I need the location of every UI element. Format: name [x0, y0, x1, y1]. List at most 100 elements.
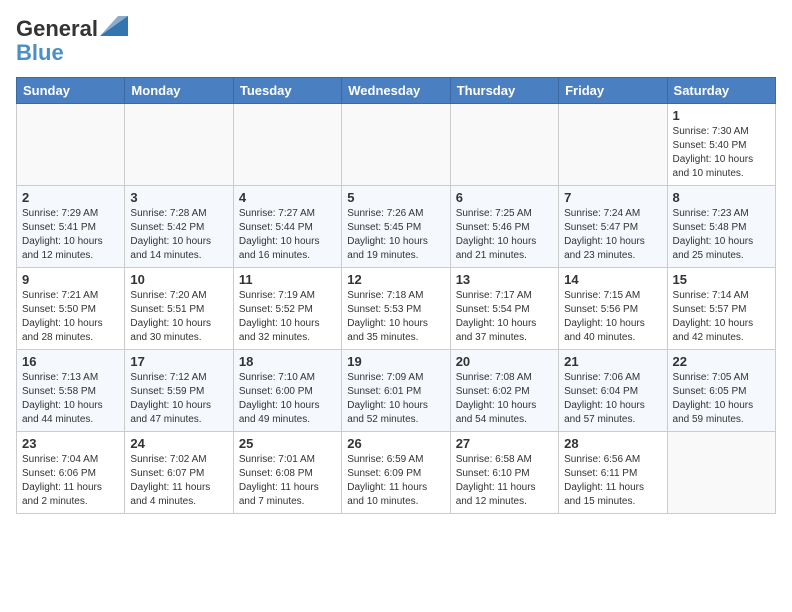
day-number: 1: [673, 108, 770, 123]
col-header-friday: Friday: [559, 78, 667, 104]
calendar-cell: 5 Sunrise: 7:26 AM Sunset: 5:45 PM Daylig…: [342, 186, 450, 268]
calendar-table: SundayMondayTuesdayWednesdayThursdayFrid…: [16, 77, 776, 514]
logo: General Blue: [16, 16, 128, 65]
col-header-wednesday: Wednesday: [342, 78, 450, 104]
day-number: 17: [130, 354, 227, 369]
calendar-cell: 4 Sunrise: 7:27 AM Sunset: 5:44 PM Daylig…: [233, 186, 341, 268]
logo-icon: [100, 16, 128, 36]
day-info: Sunrise: 6:58 AM Sunset: 6:10 PM Dayligh…: [456, 453, 553, 509]
day-number: 13: [456, 272, 553, 287]
day-number: 4: [239, 190, 336, 205]
day-number: 18: [239, 354, 336, 369]
calendar-cell: 21 Sunrise: 7:06 AM Sunset: 6:04 PM Dayli…: [559, 350, 667, 432]
day-info: Sunrise: 7:19 AM Sunset: 5:52 PM Dayligh…: [239, 289, 336, 345]
day-number: 14: [564, 272, 661, 287]
day-number: 28: [564, 436, 661, 451]
col-header-tuesday: Tuesday: [233, 78, 341, 104]
day-info: Sunrise: 7:21 AM Sunset: 5:50 PM Dayligh…: [22, 289, 119, 345]
day-number: 22: [673, 354, 770, 369]
calendar-cell: 14 Sunrise: 7:15 AM Sunset: 5:56 PM Dayli…: [559, 268, 667, 350]
calendar-cell: 20 Sunrise: 7:08 AM Sunset: 6:02 PM Dayli…: [450, 350, 558, 432]
calendar-week-row: 16 Sunrise: 7:13 AM Sunset: 5:58 PM Dayli…: [17, 350, 776, 432]
day-number: 10: [130, 272, 227, 287]
calendar-cell: [667, 432, 775, 514]
logo-text: General: [16, 16, 128, 41]
day-number: 15: [673, 272, 770, 287]
calendar-week-row: 23 Sunrise: 7:04 AM Sunset: 6:06 PM Dayli…: [17, 432, 776, 514]
day-number: 21: [564, 354, 661, 369]
day-number: 11: [239, 272, 336, 287]
calendar-cell: 26 Sunrise: 6:59 AM Sunset: 6:09 PM Dayli…: [342, 432, 450, 514]
calendar-week-row: 2 Sunrise: 7:29 AM Sunset: 5:41 PM Daylig…: [17, 186, 776, 268]
calendar-cell: 17 Sunrise: 7:12 AM Sunset: 5:59 PM Dayli…: [125, 350, 233, 432]
day-number: 7: [564, 190, 661, 205]
calendar-cell: 24 Sunrise: 7:02 AM Sunset: 6:07 PM Dayli…: [125, 432, 233, 514]
day-info: Sunrise: 7:30 AM Sunset: 5:40 PM Dayligh…: [673, 125, 770, 181]
calendar-cell: 23 Sunrise: 7:04 AM Sunset: 6:06 PM Dayli…: [17, 432, 125, 514]
col-header-saturday: Saturday: [667, 78, 775, 104]
day-info: Sunrise: 7:27 AM Sunset: 5:44 PM Dayligh…: [239, 207, 336, 263]
calendar-cell: 22 Sunrise: 7:05 AM Sunset: 6:05 PM Dayli…: [667, 350, 775, 432]
day-number: 8: [673, 190, 770, 205]
day-info: Sunrise: 7:06 AM Sunset: 6:04 PM Dayligh…: [564, 371, 661, 427]
day-info: Sunrise: 7:08 AM Sunset: 6:02 PM Dayligh…: [456, 371, 553, 427]
calendar-cell: [233, 104, 341, 186]
day-number: 25: [239, 436, 336, 451]
day-number: 27: [456, 436, 553, 451]
calendar-header-row: SundayMondayTuesdayWednesdayThursdayFrid…: [17, 78, 776, 104]
calendar-cell: 8Sunrise: 7:23 AM Sunset: 5:48 PM Daylig…: [667, 186, 775, 268]
day-info: Sunrise: 7:28 AM Sunset: 5:42 PM Dayligh…: [130, 207, 227, 263]
calendar-week-row: 1 Sunrise: 7:30 AM Sunset: 5:40 PM Daylig…: [17, 104, 776, 186]
day-number: 2: [22, 190, 119, 205]
day-number: 23: [22, 436, 119, 451]
day-info: Sunrise: 7:14 AM Sunset: 5:57 PM Dayligh…: [673, 289, 770, 345]
day-info: Sunrise: 7:29 AM Sunset: 5:41 PM Dayligh…: [22, 207, 119, 263]
day-info: Sunrise: 7:09 AM Sunset: 6:01 PM Dayligh…: [347, 371, 444, 427]
calendar-cell: [125, 104, 233, 186]
calendar-cell: 11 Sunrise: 7:19 AM Sunset: 5:52 PM Dayli…: [233, 268, 341, 350]
day-info: Sunrise: 6:56 AM Sunset: 6:11 PM Dayligh…: [564, 453, 661, 509]
day-info: Sunrise: 7:01 AM Sunset: 6:08 PM Dayligh…: [239, 453, 336, 509]
calendar-cell: 16 Sunrise: 7:13 AM Sunset: 5:58 PM Dayli…: [17, 350, 125, 432]
day-number: 9: [22, 272, 119, 287]
day-info: Sunrise: 7:25 AM Sunset: 5:46 PM Dayligh…: [456, 207, 553, 263]
day-info: Sunrise: 7:04 AM Sunset: 6:06 PM Dayligh…: [22, 453, 119, 509]
day-number: 3: [130, 190, 227, 205]
day-info: Sunrise: 7:05 AM Sunset: 6:05 PM Dayligh…: [673, 371, 770, 427]
day-info: Sunrise: 7:20 AM Sunset: 5:51 PM Dayligh…: [130, 289, 227, 345]
day-info: Sunrise: 7:13 AM Sunset: 5:58 PM Dayligh…: [22, 371, 119, 427]
col-header-monday: Monday: [125, 78, 233, 104]
calendar-cell: [17, 104, 125, 186]
calendar-cell: 28 Sunrise: 6:56 AM Sunset: 6:11 PM Dayli…: [559, 432, 667, 514]
calendar-cell: 12 Sunrise: 7:18 AM Sunset: 5:53 PM Dayli…: [342, 268, 450, 350]
day-number: 5: [347, 190, 444, 205]
day-number: 12: [347, 272, 444, 287]
day-number: 26: [347, 436, 444, 451]
day-info: Sunrise: 7:26 AM Sunset: 5:45 PM Dayligh…: [347, 207, 444, 263]
calendar-cell: 15 Sunrise: 7:14 AM Sunset: 5:57 PM Dayli…: [667, 268, 775, 350]
day-number: 6: [456, 190, 553, 205]
day-number: 16: [22, 354, 119, 369]
calendar-week-row: 9 Sunrise: 7:21 AM Sunset: 5:50 PM Daylig…: [17, 268, 776, 350]
logo-blue: Blue: [16, 41, 128, 65]
day-number: 20: [456, 354, 553, 369]
day-number: 24: [130, 436, 227, 451]
day-info: Sunrise: 6:59 AM Sunset: 6:09 PM Dayligh…: [347, 453, 444, 509]
day-info: Sunrise: 7:02 AM Sunset: 6:07 PM Dayligh…: [130, 453, 227, 509]
day-info: Sunrise: 7:12 AM Sunset: 5:59 PM Dayligh…: [130, 371, 227, 427]
day-info: Sunrise: 7:10 AM Sunset: 6:00 PM Dayligh…: [239, 371, 336, 427]
calendar-cell: 27 Sunrise: 6:58 AM Sunset: 6:10 PM Dayli…: [450, 432, 558, 514]
calendar-cell: [450, 104, 558, 186]
calendar-cell: 18 Sunrise: 7:10 AM Sunset: 6:00 PM Dayli…: [233, 350, 341, 432]
calendar-cell: 2 Sunrise: 7:29 AM Sunset: 5:41 PM Daylig…: [17, 186, 125, 268]
day-info: Sunrise: 7:18 AM Sunset: 5:53 PM Dayligh…: [347, 289, 444, 345]
calendar-cell: [342, 104, 450, 186]
calendar-cell: 7 Sunrise: 7:24 AM Sunset: 5:47 PM Daylig…: [559, 186, 667, 268]
col-header-thursday: Thursday: [450, 78, 558, 104]
day-info: Sunrise: 7:24 AM Sunset: 5:47 PM Dayligh…: [564, 207, 661, 263]
calendar-cell: 19Sunrise: 7:09 AM Sunset: 6:01 PM Dayli…: [342, 350, 450, 432]
page-header: General Blue: [16, 16, 776, 65]
calendar-cell: 10 Sunrise: 7:20 AM Sunset: 5:51 PM Dayli…: [125, 268, 233, 350]
calendar-cell: 13Sunrise: 7:17 AM Sunset: 5:54 PM Dayli…: [450, 268, 558, 350]
day-info: Sunrise: 7:15 AM Sunset: 5:56 PM Dayligh…: [564, 289, 661, 345]
